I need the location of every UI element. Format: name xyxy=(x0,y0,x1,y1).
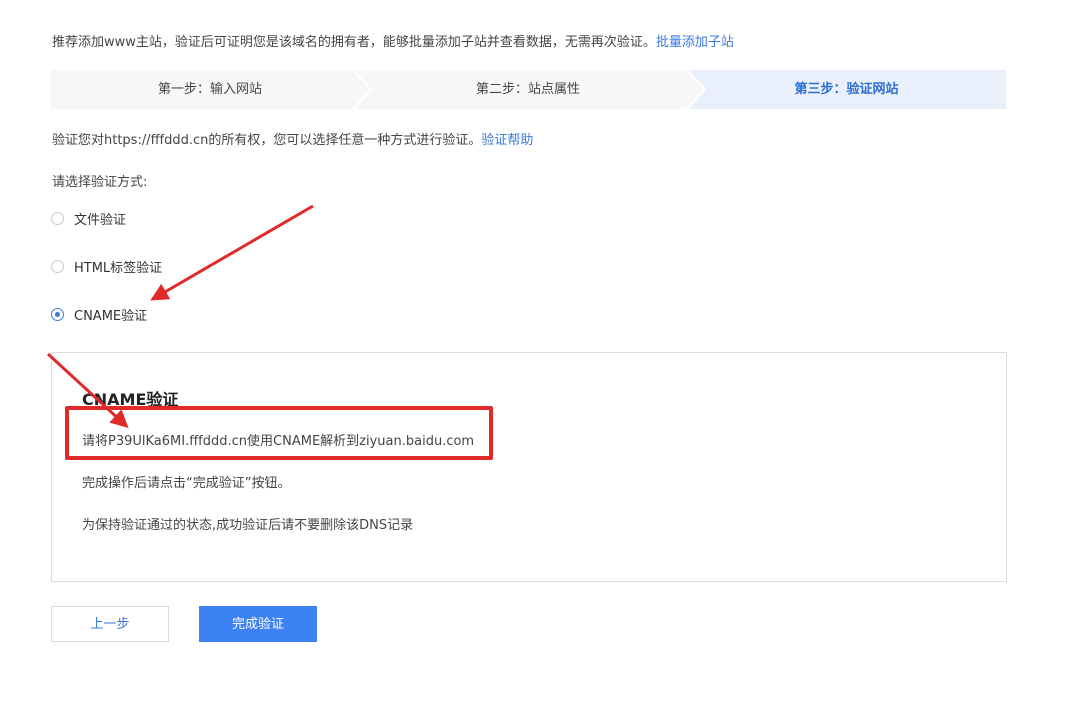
arrow-to-cname-record-icon xyxy=(46,352,129,429)
prev-step-button[interactable]: 上一步 xyxy=(51,606,169,642)
complete-verify-button[interactable]: 完成验证 xyxy=(199,606,317,642)
arrow-to-cname-option-icon xyxy=(150,204,314,301)
